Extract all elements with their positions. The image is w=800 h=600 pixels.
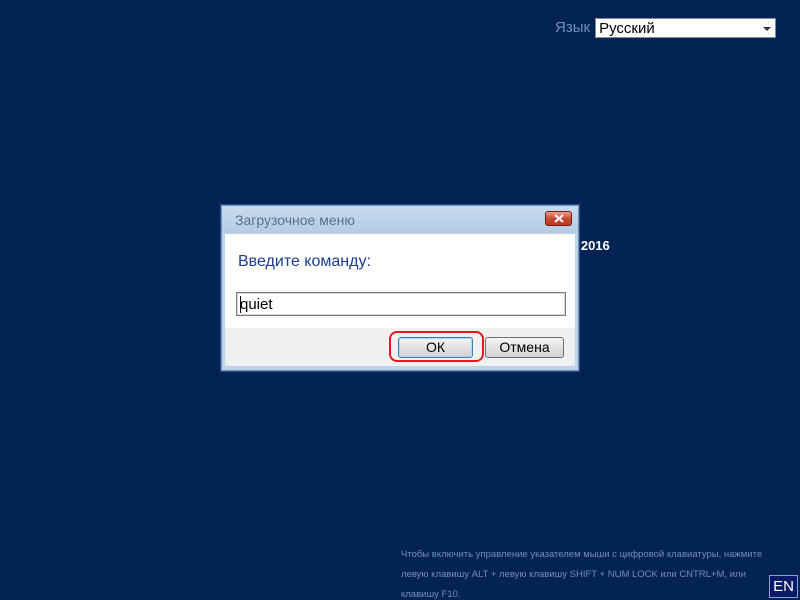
chevron-down-icon: [763, 27, 772, 31]
command-input-value: quiet: [240, 296, 273, 313]
command-prompt: Введите команду:: [238, 253, 371, 270]
dialog-titlebar[interactable]: Загрузочное меню: [222, 206, 578, 233]
language-value: Русский: [599, 20, 655, 37]
dialog-content: Введите команду: quiet: [225, 234, 575, 328]
language-label: Язык: [555, 19, 591, 36]
command-input[interactable]: quiet: [236, 292, 566, 316]
mouse-keys-hint: Чтобы включить управление указателем мыш…: [401, 549, 763, 600]
ok-button-highlight: [389, 331, 484, 362]
close-icon: [554, 214, 564, 223]
close-button[interactable]: [545, 211, 572, 226]
language-selector-row: Язык Русский: [555, 18, 777, 38]
language-dropdown[interactable]: Русский: [595, 18, 777, 38]
dialog-title: Загрузочное меню: [235, 212, 355, 228]
cancel-button[interactable]: Отмена: [485, 337, 564, 358]
input-language-indicator[interactable]: EN: [769, 575, 798, 598]
